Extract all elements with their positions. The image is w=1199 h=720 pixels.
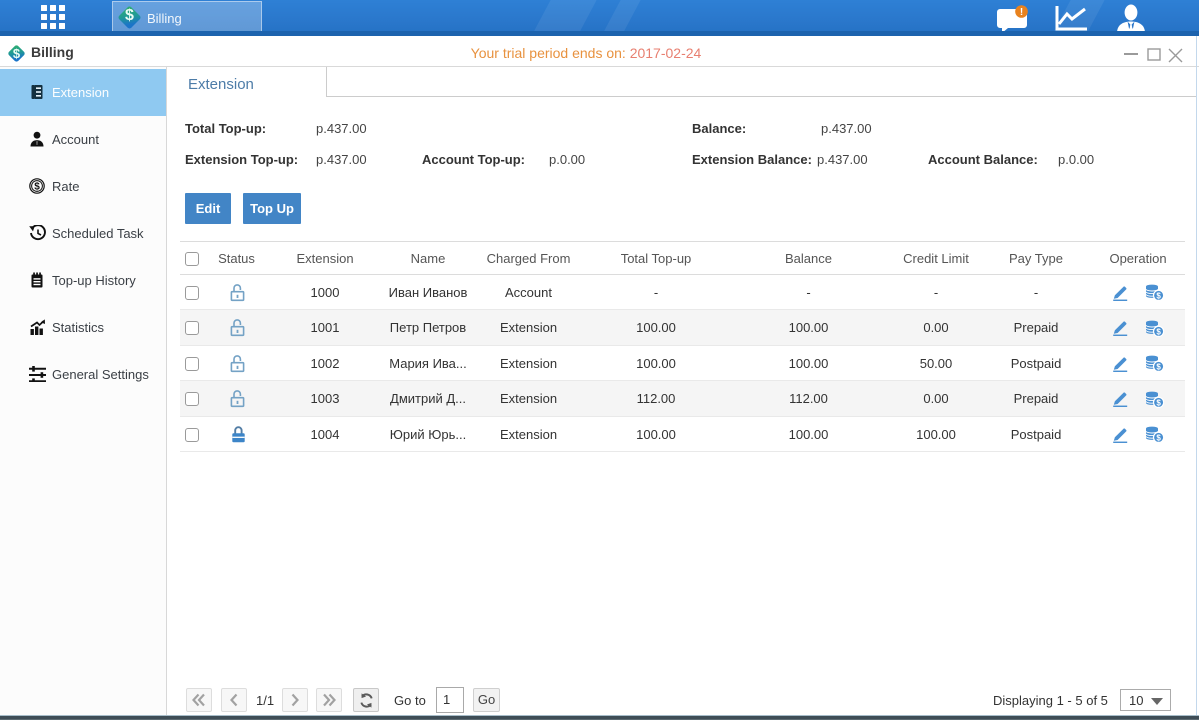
svg-text:$: $ (1156, 291, 1161, 300)
svg-text:$: $ (1156, 398, 1161, 407)
svg-text:$: $ (1156, 327, 1161, 336)
svg-text:$: $ (1156, 362, 1161, 371)
svg-text:!: ! (1020, 7, 1023, 18)
svg-text:$: $ (34, 181, 40, 192)
svg-text:$: $ (1156, 433, 1161, 442)
